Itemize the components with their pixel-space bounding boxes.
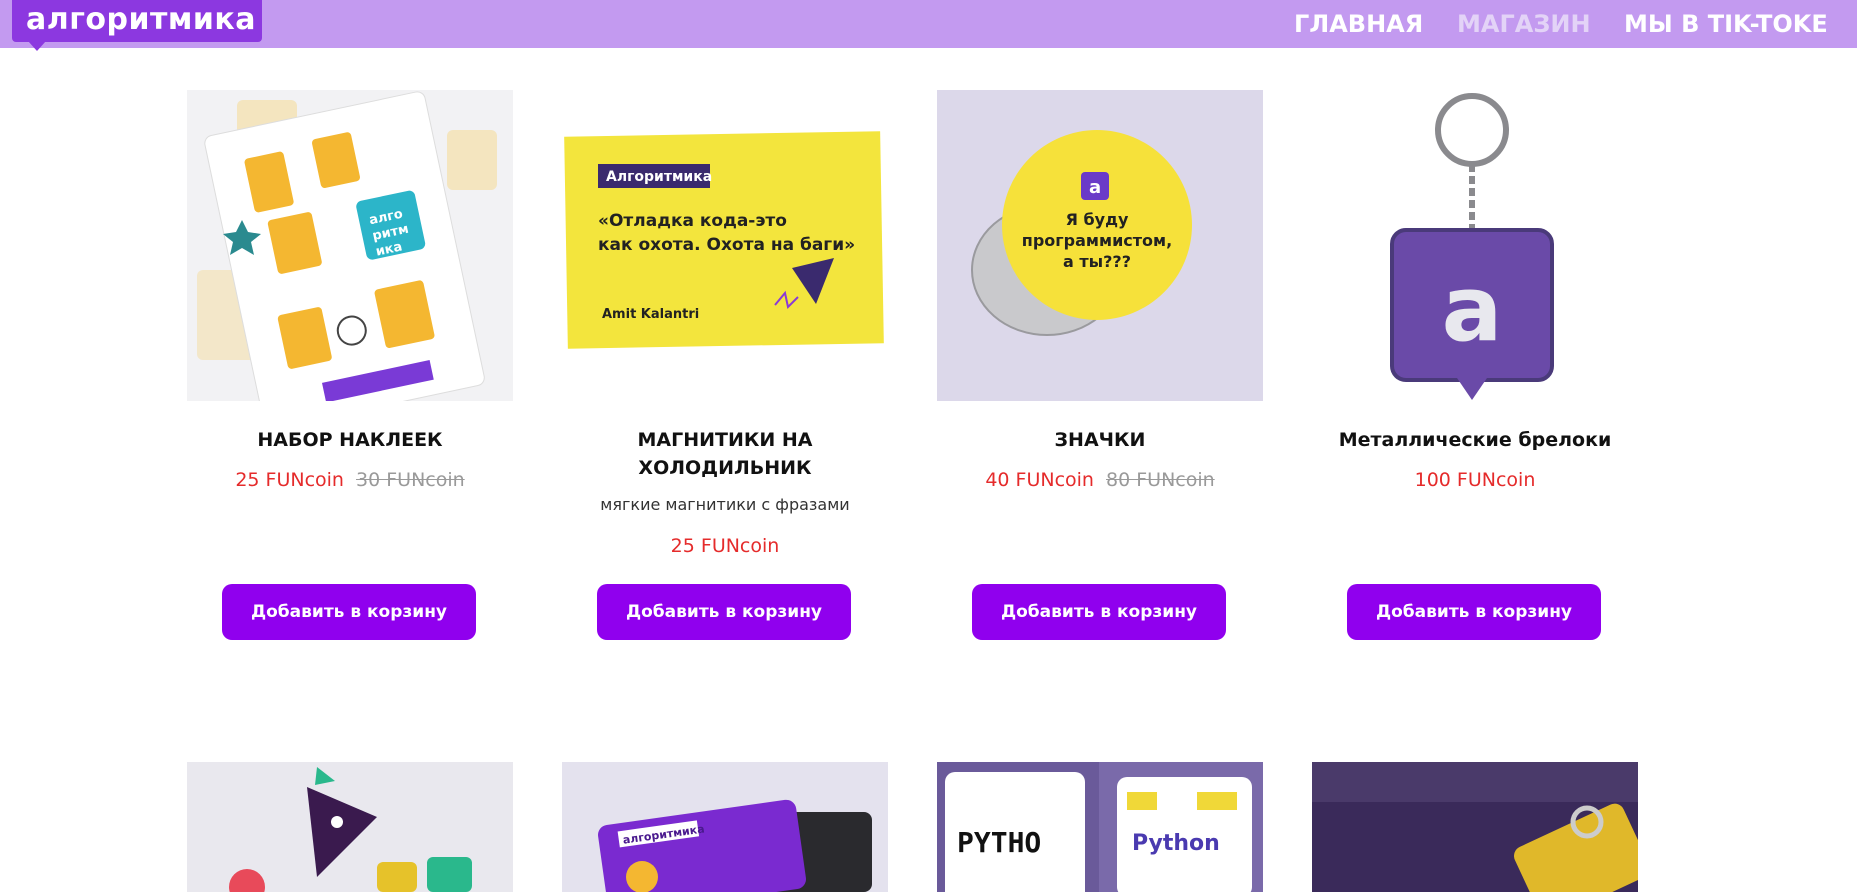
stickers-illustration: алго ритм ика <box>187 90 513 401</box>
characters-illustration <box>187 762 513 892</box>
add-to-cart-button[interactable]: Добавить в корзину <box>972 584 1226 640</box>
product-image-bottle[interactable] <box>1312 762 1638 892</box>
nav-home[interactable]: ГЛАВНАЯ <box>1294 10 1423 38</box>
product-image-stickers[interactable]: алго ритм ика <box>187 90 513 401</box>
current-price: 100 FUNcoin <box>1414 469 1536 491</box>
keychain-illustration: a <box>1312 90 1638 401</box>
product-card-stickers: алго ритм ика НАБОР НАКЛЕЕК 25 FUNcoin 3… <box>187 90 513 650</box>
old-price: 80 FUNcoin <box>1106 469 1215 491</box>
magnet-author: Amit Kalantri <box>602 307 699 322</box>
mugs-illustration: PYTHO Python <box>937 762 1263 892</box>
product-image-mugs[interactable]: PYTHO Python <box>937 762 1263 892</box>
nav-tiktok[interactable]: МЫ В TIK-TOKE <box>1624 10 1828 38</box>
magnet-brand: Алгоритмика <box>606 169 712 185</box>
product-card-keychain: a Металлические брелоки 100 FUNcoin Доба… <box>1312 90 1638 650</box>
badge-letter: a <box>1089 177 1101 198</box>
product-price: 25 FUNcoin 30 FUNcoin <box>187 468 513 492</box>
product-price: 40 FUNcoin 80 FUNcoin <box>937 468 1263 492</box>
product-title: Металлические брелоки <box>1338 429 1612 451</box>
product-title-line1: МАГНИТИКИ НА <box>637 429 813 451</box>
add-to-cart-button[interactable]: Добавить в корзину <box>597 584 851 640</box>
mug-right-text: Python <box>1132 831 1220 856</box>
current-price: 40 FUNcoin <box>985 469 1094 491</box>
old-price: 30 FUNcoin <box>356 469 465 491</box>
product-title: НАБОР НАКЛЕЕК <box>257 429 443 451</box>
badge-line-3: а ты??? <box>1063 252 1131 271</box>
product-title-line2: ХОЛОДИЛЬНИК <box>638 457 812 479</box>
product-image-keychain[interactable]: a <box>1312 90 1638 401</box>
magnet-illustration: Алгоритмика «Отладка кода-это как охота.… <box>562 90 888 401</box>
product-image-magnets[interactable]: Алгоритмика «Отладка кода-это как охота.… <box>562 90 888 401</box>
badge-illustration: a Я буду программистом, а ты??? <box>937 90 1263 401</box>
purple-card-illustration: алгоритмика <box>562 762 888 892</box>
bottle-illustration <box>1312 762 1638 892</box>
product-description: мягкие магнитики с фразами <box>600 495 850 514</box>
mug-left-text: PYTHO <box>957 826 1041 859</box>
product-image-badges[interactable]: a Я буду программистом, а ты??? <box>937 90 1263 401</box>
product-card-magnets: Алгоритмика «Отладка кода-это как охота.… <box>562 90 888 650</box>
add-to-cart-button[interactable]: Добавить в корзину <box>222 584 476 640</box>
product-title: ЗНАЧКИ <box>1054 429 1146 451</box>
magnet-quote-1: «Отладка кода-это <box>598 211 787 231</box>
current-price: 25 FUNcoin <box>235 469 344 491</box>
keychain-letter: a <box>1442 257 1503 362</box>
product-price: 100 FUNcoin <box>1312 468 1638 492</box>
badge-line-1: Я буду <box>1066 210 1129 229</box>
logo[interactable]: алгоритмика <box>12 0 262 51</box>
current-price: 25 FUNcoin <box>670 535 780 557</box>
product-card-badges: a Я буду программистом, а ты??? ЗНАЧКИ 4… <box>937 90 1263 650</box>
add-to-cart-button[interactable]: Добавить в корзину <box>1347 584 1601 640</box>
badge-line-2: программистом, <box>1022 231 1172 250</box>
product-image-sticker-characters[interactable] <box>187 762 513 892</box>
product-image-purple-card[interactable]: алгоритмика <box>562 762 888 892</box>
nav-shop[interactable]: МАГАЗИН <box>1457 10 1591 38</box>
logo-text: алгоритмика <box>26 2 257 37</box>
site-header: алгоритмика ГЛАВНАЯ МАГАЗИН МЫ В TIK-TOK… <box>0 0 1857 51</box>
product-price: 25 FUNcoin <box>562 534 888 558</box>
magnet-quote-2: как охота. Охота на баги» <box>598 235 855 255</box>
